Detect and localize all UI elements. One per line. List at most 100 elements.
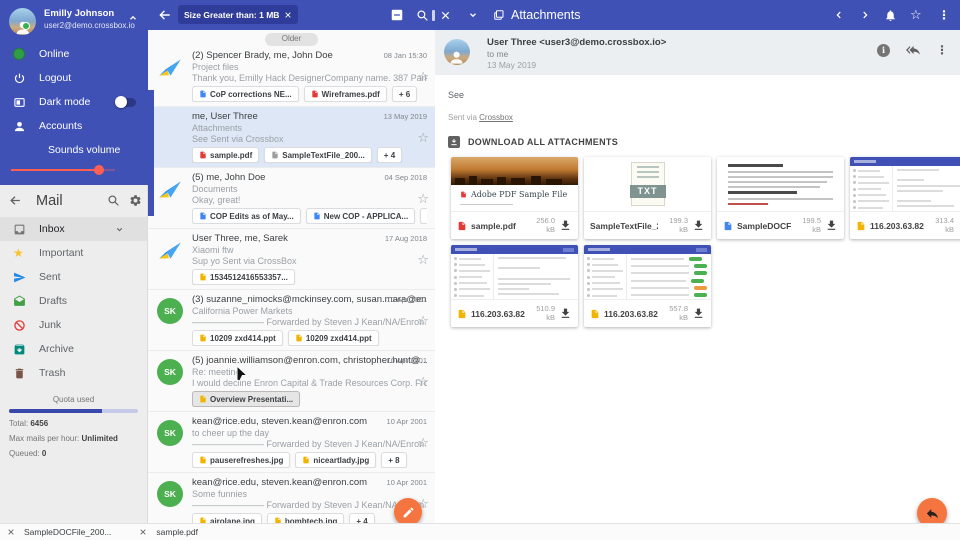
downloads-bar: SampleDOCFile_200... sample.pdf	[0, 523, 960, 540]
star-toggle[interactable]: ☆	[417, 436, 429, 450]
filter-chip-label: Size Greater than: 1 MB	[184, 10, 279, 20]
previous-message-icon[interactable]	[834, 0, 844, 30]
sidebar-item-drafts[interactable]: Drafts	[0, 289, 147, 313]
attachment-chip[interactable]: 1534512416553357...	[192, 269, 295, 285]
filter-chip-close-icon[interactable]	[284, 11, 292, 19]
attachment-chip[interactable]: bombtech.jpg	[267, 513, 344, 523]
attachment-card[interactable]: 116.203.63.82_5...510.9 kB	[451, 245, 578, 327]
compose-button[interactable]	[394, 498, 422, 523]
crossbox-link[interactable]: Crossbox	[479, 113, 513, 122]
attachment-chip[interactable]: niceartlady.jpg	[295, 452, 376, 468]
star-toggle[interactable]: ☆	[417, 314, 429, 328]
sidebar-item-sent[interactable]: Sent	[0, 265, 147, 289]
download-file-label[interactable]: sample.pdf	[156, 527, 198, 537]
more-attachments-chip[interactable]: + 4	[377, 147, 402, 163]
search-icon[interactable]	[107, 194, 120, 207]
download-bar-item[interactable]: sample.pdf	[139, 527, 198, 537]
mail-subject: California Power Markets	[192, 306, 427, 316]
star-toggle[interactable]: ☆	[417, 253, 429, 267]
gear-icon[interactable]	[129, 194, 142, 207]
back-arrow-icon[interactable]	[9, 194, 22, 207]
attachment-chip[interactable]: COP Edits as of May...	[192, 208, 301, 224]
account-menu-accounts[interactable]: Accounts	[0, 114, 148, 138]
popout-icon[interactable]	[493, 0, 505, 30]
older-separator[interactable]: Older	[265, 33, 319, 46]
star-toggle[interactable]: ☆	[417, 375, 429, 389]
close-icon[interactable]	[7, 528, 15, 536]
attachment-card[interactable]: 116.203.63.82_5...313.4 kB	[850, 157, 960, 239]
sounds-volume-slider[interactable]	[11, 165, 115, 175]
chevron-up-icon[interactable]	[128, 13, 138, 23]
download-attachment-icon[interactable]	[825, 219, 838, 232]
attachment-chip[interactable]: New COP - APPLICA...	[306, 208, 415, 224]
select-all-icon[interactable]	[390, 0, 404, 30]
account-menu-label: Online	[39, 48, 69, 60]
attachment-card[interactable]: 116.203.63.82_5...557.8 kB	[584, 245, 711, 327]
star-toggle[interactable]: ☆	[417, 131, 429, 145]
more-attachments-chip[interactable]: + 7	[420, 208, 427, 224]
download-attachment-icon[interactable]	[692, 219, 705, 232]
mail-list-item[interactable]: SK(5) joannie.williamson@enron.com, chri…	[148, 351, 435, 412]
attachment-chip[interactable]: Wireframes.pdf	[304, 86, 387, 102]
sidebar-item-inbox[interactable]: Inbox	[0, 217, 147, 241]
star-toggle[interactable]: ☆	[417, 192, 429, 206]
mail-list-item[interactable]: SK(3) suzanne_nimocks@mckinsey.com, susa…	[148, 290, 435, 351]
attachment-chip[interactable]: 10209 zxd414.ppt	[192, 330, 283, 346]
account-menu-online[interactable]: Online	[0, 42, 148, 66]
next-message-icon[interactable]	[860, 0, 870, 30]
attachment-chip[interactable]: SampleTextFile_200...	[264, 147, 372, 163]
sidebar-item-important[interactable]: ★Important	[0, 241, 147, 265]
account-menu-logout[interactable]: Logout	[0, 66, 148, 90]
star-outline-icon[interactable]: ☆	[910, 0, 922, 30]
dark-mode-toggle[interactable]	[116, 98, 136, 107]
close-icon[interactable]	[139, 528, 147, 536]
close-search-icon[interactable]	[440, 0, 451, 30]
slider-thumb[interactable]	[94, 165, 104, 175]
more-attachments-chip[interactable]: + 4	[349, 513, 374, 523]
search-icon[interactable]	[416, 0, 429, 30]
download-all-attachments-button[interactable]: DOWNLOAD ALL ATTACHMENTS	[448, 136, 618, 148]
download-attachment-icon[interactable]	[559, 307, 572, 320]
reply-all-icon[interactable]	[906, 43, 920, 57]
star-toggle[interactable]: ☆	[417, 70, 429, 84]
attachment-card[interactable]: TXTSampleTextFile_20...199.3 kB	[584, 157, 711, 239]
mail-list-item[interactable]: (5) me, John Doe04 Sep 2018DocumentsOkay…	[148, 168, 435, 229]
bell-icon[interactable]	[884, 0, 897, 30]
pencil-icon	[402, 506, 415, 519]
mail-list-item[interactable]: SKkean@rice.edu, steven.kean@enron.com10…	[148, 473, 435, 523]
account-menu-dark-mode[interactable]: Dark mode	[0, 90, 148, 114]
mail-list-item[interactable]: SKkean@rice.edu, steven.kean@enron.com10…	[148, 412, 435, 473]
email-recipient[interactable]: to me	[487, 49, 508, 59]
attachment-chip[interactable]: pauserefreshes.jpg	[192, 452, 290, 468]
attachment-chip[interactable]: sample.pdf	[192, 147, 259, 163]
more-options-icon[interactable]: ⋮	[938, 0, 950, 30]
attachment-card[interactable]: SampleDOCFile_...199.5 kB	[717, 157, 844, 239]
account-header[interactable]: Emilly Johnson user2@demo.crossbox.io	[0, 0, 148, 42]
sidebar-item-junk[interactable]: Junk	[0, 313, 147, 337]
quota-label: Max mails per hour:	[9, 434, 81, 443]
info-icon[interactable]: i	[877, 44, 890, 57]
list-scrollbar[interactable]	[148, 90, 154, 216]
download-file-label[interactable]: SampleDOCFile_200...	[24, 527, 111, 537]
attachment-card[interactable]: Adobe PDF Sample Filesample.pdf256.0 kB	[451, 157, 578, 239]
mail-list-item[interactable]: User Three, me, Sarek17 Aug 2018Xiaomi f…	[148, 229, 435, 290]
sidebar-item-archive[interactable]: Archive	[0, 337, 147, 361]
download-bar-item[interactable]: SampleDOCFile_200...	[7, 527, 111, 537]
mail-list-item[interactable]: me, User Three13 May 2019AttachmentsSee …	[148, 107, 435, 168]
more-attachments-chip[interactable]: + 6	[392, 86, 417, 102]
attachment-chip[interactable]: airolane.jpg	[192, 513, 262, 523]
sidebar-item-trash[interactable]: Trash	[0, 361, 147, 385]
download-attachment-icon[interactable]	[559, 219, 572, 232]
more-attachments-chip[interactable]: + 8	[381, 452, 406, 468]
kebab-icon[interactable]: ⋮	[936, 44, 948, 56]
mail-list-item[interactable]: (2) Spencer Brady, me, John Doe08 Jan 15…	[148, 46, 435, 107]
filter-chip[interactable]: Size Greater than: 1 MB	[178, 5, 298, 24]
attachment-chip[interactable]: Overview Presentati...	[192, 391, 300, 407]
reply-button[interactable]	[917, 498, 947, 523]
attachment-chip[interactable]: CoP corrections NE...	[192, 86, 299, 102]
collapse-message-icon[interactable]	[468, 0, 478, 30]
attachment-chip[interactable]: 10209 zxd414.ppt	[288, 330, 379, 346]
download-attachment-icon[interactable]	[692, 307, 705, 320]
chevron-down-icon[interactable]	[115, 225, 124, 234]
back-arrow-icon[interactable]	[158, 0, 172, 30]
